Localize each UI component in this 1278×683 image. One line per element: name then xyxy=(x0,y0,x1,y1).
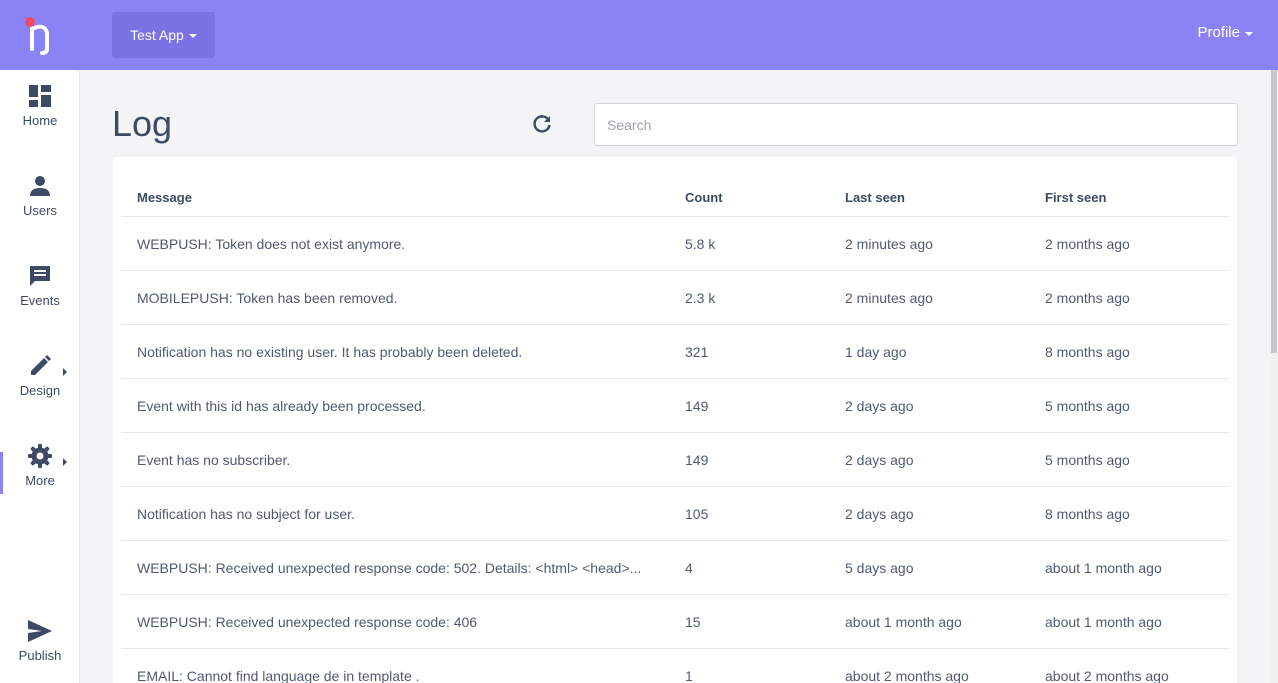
cell-count: 1 xyxy=(685,667,693,683)
cell-count: 105 xyxy=(685,505,709,522)
cell-last-seen: 2 days ago xyxy=(845,397,914,414)
app-logo[interactable] xyxy=(0,0,80,70)
scrollbar-thumb[interactable] xyxy=(1271,70,1277,353)
cell-message: WEBPUSH: Received unexpected response co… xyxy=(137,613,478,630)
refresh-button[interactable] xyxy=(530,112,554,136)
cell-last-seen: 5 days ago xyxy=(845,559,914,576)
cell-last-seen: about 2 months ago xyxy=(845,667,969,683)
cell-message: WEBPUSH: Token does not exist anymore. xyxy=(137,235,406,252)
cell-message: Notification has no subject for user. xyxy=(137,505,355,522)
cell-count: 321 xyxy=(685,343,709,360)
cell-count: 15 xyxy=(685,613,701,630)
sidebar-item-publish[interactable]: Publish xyxy=(0,605,80,675)
cell-message: EMAIL: Cannot find language de in templa… xyxy=(137,667,420,683)
cell-first-seen: about 2 months ago xyxy=(1045,667,1169,683)
table-row[interactable]: Notification has no existing user. It ha… xyxy=(121,325,1229,379)
cell-first-seen: 2 months ago xyxy=(1045,235,1130,252)
table-row[interactable]: Notification has no subject for user. 10… xyxy=(121,487,1229,541)
column-header-last-seen[interactable]: Last seen xyxy=(845,171,1035,216)
cell-message: Event with this id has already been proc… xyxy=(137,397,426,414)
cell-last-seen: about 1 month ago xyxy=(845,613,962,630)
cell-first-seen: 8 months ago xyxy=(1045,505,1130,522)
logo-icon xyxy=(25,17,49,55)
chat-icon xyxy=(27,263,53,289)
cell-first-seen: about 1 month ago xyxy=(1045,559,1162,576)
cell-last-seen: 2 minutes ago xyxy=(845,235,933,252)
page-scrollbar[interactable] xyxy=(1270,70,1278,683)
cell-message: WEBPUSH: Received unexpected response co… xyxy=(137,559,642,576)
table-row[interactable]: WEBPUSH: Received unexpected response co… xyxy=(121,541,1229,595)
table-row[interactable]: MOBILEPUSH: Token has been removed. 2.3 … xyxy=(121,271,1229,325)
app-switcher-button[interactable]: Test App xyxy=(112,12,215,58)
cell-message: MOBILEPUSH: Token has been removed. xyxy=(137,289,398,306)
send-icon xyxy=(27,618,53,644)
sidebar-item-users[interactable]: Users xyxy=(0,160,80,230)
sidebar-item-label: More xyxy=(25,472,55,488)
cell-last-seen: 2 minutes ago xyxy=(845,289,933,306)
log-table-card: Message Count Last seen First seen WEBPU… xyxy=(113,157,1237,683)
table-row[interactable]: WEBPUSH: Received unexpected response co… xyxy=(121,595,1229,649)
sidebar-item-more[interactable]: More xyxy=(0,430,80,500)
search-input[interactable] xyxy=(594,103,1238,146)
column-header-count[interactable]: Count xyxy=(685,171,835,216)
sidebar-item-label: Users xyxy=(23,202,57,218)
pencil-icon xyxy=(27,353,53,379)
refresh-icon xyxy=(533,115,551,133)
sidebar-item-events[interactable]: Events xyxy=(0,250,80,320)
table-row[interactable]: EMAIL: Cannot find language de in templa… xyxy=(121,649,1229,683)
table-header-row: Message Count Last seen First seen xyxy=(121,171,1229,217)
cell-last-seen: 1 day ago xyxy=(845,343,907,360)
column-header-message[interactable]: Message xyxy=(137,171,657,216)
gear-icon xyxy=(27,443,53,469)
cell-count: 2.3 k xyxy=(685,289,716,306)
cell-count: 149 xyxy=(685,397,709,414)
profile-label: Profile xyxy=(1197,24,1240,41)
sidebar-item-label: Events xyxy=(20,292,60,308)
cell-message: Event has no subscriber. xyxy=(137,451,291,468)
table-row[interactable]: Event has no subscriber. 149 2 days ago … xyxy=(121,433,1229,487)
sidebar-item-label: Design xyxy=(19,382,61,398)
cell-count: 5.8 k xyxy=(685,235,716,252)
cell-first-seen: 8 months ago xyxy=(1045,343,1130,360)
sidebar-item-home[interactable]: Home xyxy=(0,70,80,140)
sidebar-item-design[interactable]: Design xyxy=(0,340,80,410)
dashboard-icon xyxy=(27,83,53,109)
cell-first-seen: 5 months ago xyxy=(1045,397,1130,414)
page-title: Log xyxy=(112,103,173,144)
table-row[interactable]: Event with this id has already been proc… xyxy=(121,379,1229,433)
cell-count: 149 xyxy=(685,451,709,468)
profile-menu-button[interactable]: Profile xyxy=(1197,24,1253,41)
top-bar: Test App Profile xyxy=(80,0,1278,70)
app-name: Test App xyxy=(130,27,184,43)
cell-first-seen: 5 months ago xyxy=(1045,451,1130,468)
cell-last-seen: 2 days ago xyxy=(845,451,914,468)
cell-count: 4 xyxy=(685,559,693,576)
sidebar: Home Users Events Design More Publish xyxy=(0,0,80,683)
sidebar-item-label: Publish xyxy=(18,647,62,663)
caret-right-icon xyxy=(63,458,67,466)
cell-message: Notification has no existing user. It ha… xyxy=(137,343,523,360)
cell-first-seen: 2 months ago xyxy=(1045,289,1130,306)
caret-right-icon xyxy=(63,368,67,376)
cell-last-seen: 2 days ago xyxy=(845,505,914,522)
cell-first-seen: about 1 month ago xyxy=(1045,613,1162,630)
caret-down-icon xyxy=(1245,31,1253,36)
table-row[interactable]: WEBPUSH: Token does not exist anymore. 5… xyxy=(121,217,1229,271)
log-table: Message Count Last seen First seen WEBPU… xyxy=(121,171,1229,683)
column-header-first-seen[interactable]: First seen xyxy=(1045,171,1225,216)
person-icon xyxy=(27,173,53,199)
sidebar-item-label: Home xyxy=(22,112,58,128)
caret-down-icon xyxy=(188,34,197,38)
